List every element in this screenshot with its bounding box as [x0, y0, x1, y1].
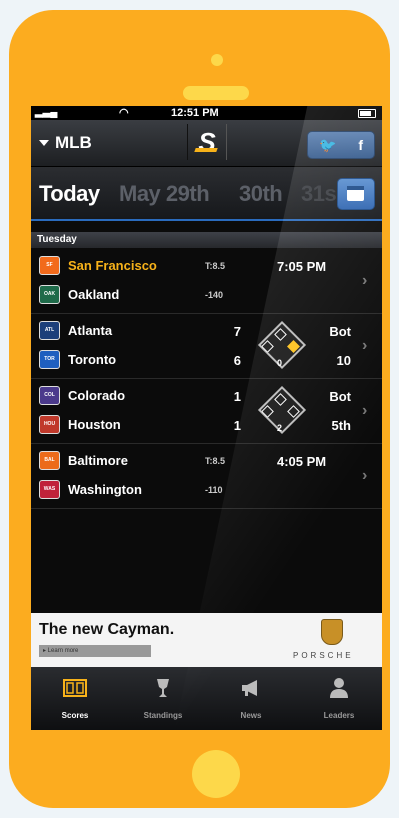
team-name: Oakland — [68, 286, 120, 302]
facebook-icon: f — [358, 137, 364, 153]
over-under: T:8.5 — [205, 261, 226, 271]
team-name: Toronto — [68, 351, 117, 367]
tab-label: Scores — [61, 711, 89, 720]
away-score: 7 — [233, 324, 241, 339]
tab-leaders[interactable]: Leaders — [295, 667, 382, 730]
tab-label: Leaders — [323, 711, 355, 720]
ad-learn-more-button[interactable]: ▸ Learn more — [39, 645, 151, 657]
chevron-right-icon: › — [362, 272, 368, 289]
away-team: ATL Atlanta — [39, 319, 112, 341]
away-team: SF San Francisco — [39, 254, 157, 276]
tab-label: News — [240, 711, 262, 720]
tab-scores[interactable]: Scores — [31, 667, 119, 730]
twitter-icon: 🐦 — [318, 136, 337, 153]
moneyline: -110 — [205, 485, 223, 495]
inning-half: Bot — [329, 389, 351, 404]
inning-number: 10 — [336, 353, 351, 368]
team-logo-icon: OAK — [39, 284, 60, 304]
team-logo-icon: ATL — [39, 320, 60, 340]
calendar-button[interactable] — [337, 178, 375, 210]
status-bar: ▂▃▄ ◠ 12:51 PM — [31, 106, 382, 120]
ad-headline: The new Cayman. — [39, 621, 175, 638]
home-team: WAS Washington — [39, 478, 142, 500]
team-logo-icon: COL — [39, 385, 60, 405]
chevron-down-icon — [39, 140, 49, 146]
game-row[interactable]: BAL Baltimore WAS Washington T:8.5 -110 … — [31, 444, 382, 509]
day-section-header: Tuesday — [31, 232, 382, 248]
date-tab-today[interactable]: Today — [39, 181, 100, 207]
team-logo-icon: HOU — [39, 414, 60, 434]
game-time: 7:05 PM — [277, 259, 327, 274]
team-logo-icon: SF — [39, 255, 60, 275]
date-tab-30[interactable]: 30th — [239, 181, 283, 207]
camera-dot — [211, 54, 223, 66]
team-logo-icon: WAS — [39, 479, 60, 499]
game-row[interactable]: SF San Francisco OAK Oakland T:8.5 -140 … — [31, 249, 382, 314]
away-score: 1 — [233, 389, 241, 404]
chevron-right-icon: › — [362, 402, 368, 419]
person-icon — [330, 678, 348, 698]
home-score: 6 — [233, 353, 241, 368]
top-nav-bar: MLB S 🐦 f — [31, 120, 382, 167]
home-team: HOU Houston — [39, 413, 121, 435]
game-row[interactable]: COL Colorado HOU Houston 1 1 2 Bot 5th › — [31, 379, 382, 444]
team-name: Houston — [68, 416, 121, 432]
calendar-icon — [347, 186, 364, 201]
ad-banner[interactable]: The new Cayman. ▸ Learn more PORSCHE — [31, 613, 382, 667]
team-name: Baltimore — [68, 452, 128, 468]
inning-number: 5th — [331, 418, 352, 433]
base-diamond-icon: 0 — [257, 320, 307, 374]
chevron-right-icon: › — [362, 467, 368, 484]
social-share-button[interactable]: 🐦 f — [307, 131, 375, 159]
chevron-right-icon: › — [362, 337, 368, 354]
wifi-icon: ◠ — [119, 107, 129, 119]
date-tab-31[interactable]: 31s — [301, 181, 337, 207]
outs-count: 0 — [277, 358, 283, 368]
battery-icon — [358, 109, 376, 118]
bottom-tab-bar: Scores Standings News Leaders — [31, 667, 382, 730]
outs-count: 2 — [277, 423, 283, 433]
status-time: 12:51 PM — [171, 107, 219, 119]
inning-half: Bot — [329, 324, 351, 339]
base-diamond-icon: 2 — [257, 385, 307, 439]
team-name: Washington — [68, 481, 142, 497]
ad-brand-logo: PORSCHE — [293, 651, 354, 660]
tab-label: Standings — [143, 711, 183, 720]
speaker-slot — [183, 86, 249, 100]
tab-standings[interactable]: Standings — [119, 667, 207, 730]
away-team: BAL Baltimore — [39, 449, 128, 471]
home-score: 1 — [233, 418, 241, 433]
team-logo-icon: BAL — [39, 450, 60, 470]
team-name: Atlanta — [68, 322, 113, 338]
team-name: San Francisco — [68, 257, 157, 273]
game-row[interactable]: ATL Atlanta TOR Toronto 7 6 0 Bot 10 › — [31, 314, 382, 379]
home-team: OAK Oakland — [39, 283, 119, 305]
league-label: MLB — [55, 133, 92, 152]
porsche-crest-icon — [321, 619, 343, 645]
date-selector-bar: Today May 29th 30th 31s — [31, 167, 382, 221]
home-button[interactable] — [192, 750, 240, 798]
moneyline: -140 — [205, 290, 224, 300]
league-selector[interactable]: MLB — [39, 133, 92, 153]
app-screen: ▂▃▄ ◠ 12:51 PM MLB S 🐦 f Today May 29th … — [31, 106, 382, 730]
team-name: Colorado — [68, 387, 126, 403]
signal-icon: ▂▃▄ — [35, 107, 58, 118]
tab-news[interactable]: News — [207, 667, 295, 730]
home-team: TOR Toronto — [39, 348, 116, 370]
team-logo-icon: TOR — [39, 349, 60, 369]
scoreboard-icon — [63, 679, 87, 697]
away-team: COL Colorado — [39, 384, 125, 406]
date-tab-may-29[interactable]: May 29th — [119, 181, 210, 207]
app-logo-icon: S — [187, 124, 227, 160]
game-time: 4:05 PM — [277, 454, 327, 469]
megaphone-icon — [242, 680, 257, 696]
trophy-icon — [157, 679, 169, 697]
over-under: T:8.5 — [205, 456, 226, 466]
